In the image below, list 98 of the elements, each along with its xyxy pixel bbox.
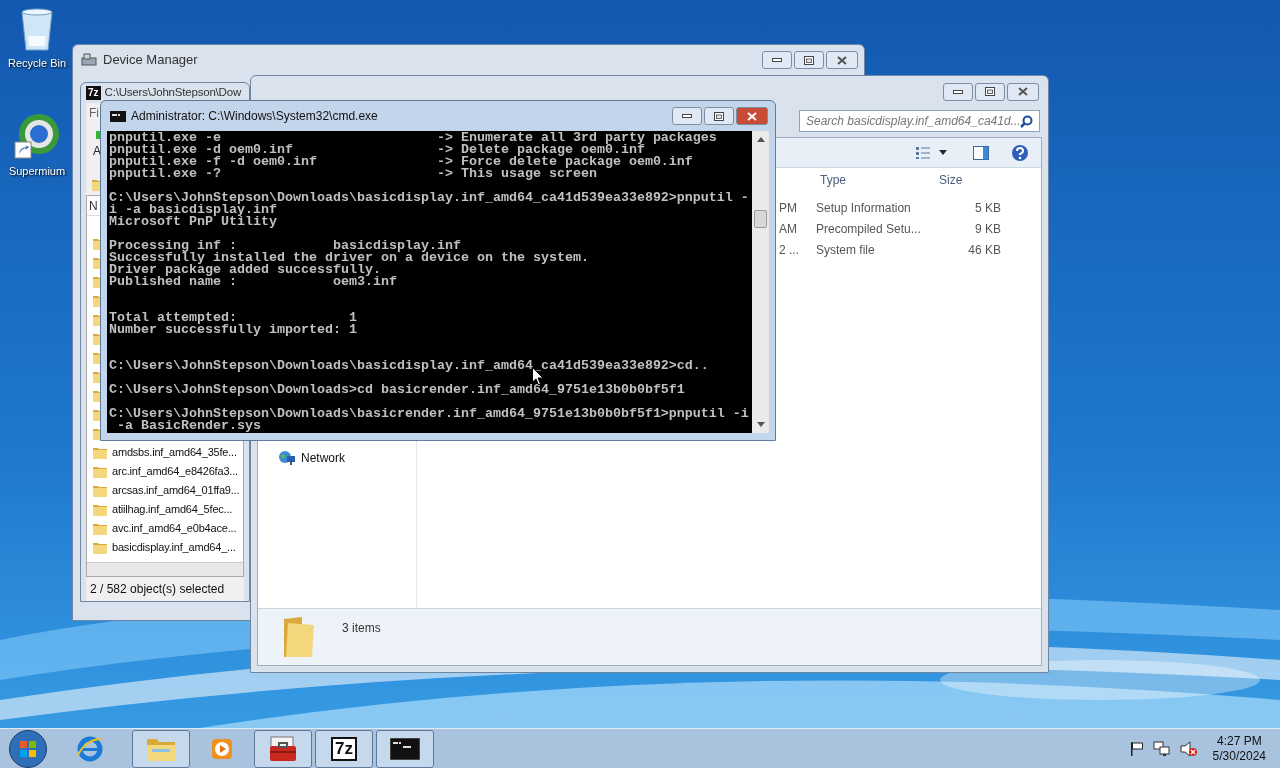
file-name[interactable]: amdsbs.inf_amd64_35fe... [112,444,237,461]
date-cell-text: 2 ... [779,241,800,259]
column-header[interactable]: Type [813,171,931,189]
search-field[interactable]: Search basicdisplay.inf_amd64_ca41d... [799,110,1040,132]
computer-icon [81,53,97,67]
close-button[interactable] [826,51,858,69]
file-row[interactable]: 2 ... System file 46 KB [779,239,1041,260]
folder-icon [93,294,100,307]
view-options-icon[interactable] [915,145,931,160]
type-cell-text: Setup Information [815,199,912,217]
taskbar-button[interactable] [376,729,434,768]
folder-icon [93,237,100,250]
maximize-button[interactable] [975,82,1005,101]
file-name[interactable]: arc.inf_amd64_e8426fa3... [112,463,238,480]
taskbar-button[interactable]: 7z [315,729,373,768]
folder-icon [93,446,107,459]
minimize-button[interactable] [672,107,702,125]
close-icon [1018,87,1028,96]
close-button[interactable] [736,107,768,125]
folder-icon [93,465,107,478]
file-name[interactable]: atiilhag.inf_amd64_5fec... [112,501,233,518]
console-icon [390,737,420,760]
folder-icon [93,256,100,269]
vertical-scrollbar[interactable] [752,131,769,433]
folder-icon [93,389,100,402]
minimize-button[interactable] [762,51,792,69]
maximize-icon [985,87,995,96]
close-button[interactable] [1007,82,1039,101]
file-row[interactable]: PM Setup Information 5 KB [779,197,1041,218]
maximize-button[interactable] [794,51,824,69]
network-icon[interactable] [1152,740,1171,757]
browser-e-icon [76,734,104,763]
taskbar-button[interactable] [254,729,312,768]
toolbox-icon [268,734,298,763]
desktop-icon-label[interactable]: Recycle Bin [7,56,67,70]
file-name[interactable]: arcsas.inf_amd64_01ffa9... [112,482,240,499]
folder-icon [93,427,100,440]
trash-bin-icon [20,8,54,52]
date-cell-text: PM [779,199,798,217]
column-header[interactable]: Size [931,171,1001,189]
minimize-icon [772,58,782,62]
search-icon [1020,114,1033,128]
windows-logo-icon [19,739,37,758]
desktop-icon-label[interactable]: Supermium [8,164,66,178]
app-logo: 7z [86,86,101,100]
folder-icon [93,351,100,364]
file-row[interactable]: AM Precompiled Setu... 9 KB [779,218,1041,239]
scroll-up-icon[interactable] [756,137,765,142]
size-cell-text: 5 KB [974,199,1001,217]
folder-icon [93,503,107,516]
scroll-down-icon[interactable] [756,422,765,427]
help-icon[interactable] [1011,143,1029,162]
type-cell-text: Precompiled Setu... [815,220,922,238]
maximize-icon [804,55,814,65]
date-cell-text: AM [779,220,798,238]
type-cell-text: System file [815,241,876,259]
console-icon [110,110,126,122]
horizontal-scrollbar[interactable] [87,562,243,576]
size-cell-text: 46 KB [967,241,1001,259]
console-output: pnputil.exe -e -> Enumerate all 3rd party packages pnputil.exe -d oem0.inf -> Delete package oem0.inf pnputil.exe -f -d oem0.inf -> Force delete package oem0.inf pnputil.exe -? -> This usage screen C:\Users\JohnStepson\Downloads\basicdisplay.inf_amd64_ca41d539ea33e892>pnputil - i -a basicdisplay.inf Microsoft PnP Utility Processing inf : basicdisplay.inf Successfully installed the driver on a device on the system. Driver package added successfully. Published name : oem3.inf Total attempted: 1 Number successfully imported: 1 C:\Users\JohnStepson\Downloads\basicdisplay.inf_amd64_ca41d539ea33e892>cd.. C:\Users\JohnStepson\Downloads>cd basicrender.inf_amd64_9751e13b0b0bf5f1 C:\Users\JohnStepson\Downloads\basicrender.inf_amd64_9751e13b0b0bf5f1>pnputil -i -a BasicRender.sys [107,131,752,433]
caret-icon[interactable] [939,150,947,155]
item-count: 3 items [342,620,381,637]
network-globe-icon [278,450,296,466]
clock[interactable]: 4:27 PM 5/30/2024 [1212,733,1266,764]
folder-icon [93,484,107,497]
window-title: Administrator: C:\Windows\System32\cmd.exe [131,108,378,125]
window-title: C:\Users\JohnStepson\Dow [104,85,242,101]
close-icon [837,55,847,65]
folder-icon [93,522,107,535]
flag-icon[interactable] [1129,740,1144,757]
folder-icon [93,275,100,288]
size-cell-text: 9 KB [974,220,1001,238]
folder-icon [93,332,100,345]
preview-pane-icon[interactable] [973,145,989,160]
menu-item[interactable]: Fi [89,104,99,122]
minimize-icon [682,114,692,118]
column-header[interactable]: N [89,196,98,215]
minimize-icon [953,89,963,94]
globe-shortcut-icon [13,112,61,160]
nav-item[interactable]: Network [258,448,416,468]
folder-icon [93,370,100,383]
minimize-button[interactable] [943,82,973,101]
window-title: Device Manager [103,51,198,70]
app-logo: 7z [331,736,357,761]
folder-icon [93,408,100,421]
scroll-thumb[interactable] [754,210,767,228]
maximize-button[interactable] [704,107,734,125]
start-button[interactable] [9,729,47,768]
folder-icon [93,541,107,554]
close-icon [747,111,757,121]
toolbar-label[interactable]: A [93,145,101,157]
muted-speaker-icon[interactable] [1179,740,1198,757]
maximize-icon [714,111,724,121]
play-icon [210,736,234,761]
file-name[interactable]: basicdisplay.inf_amd64_... [112,539,236,556]
folder-icon [93,313,100,326]
status-text: 2 / 582 object(s) selected [90,581,225,598]
file-name[interactable]: avc.inf_amd64_e0b4ace... [112,520,237,537]
